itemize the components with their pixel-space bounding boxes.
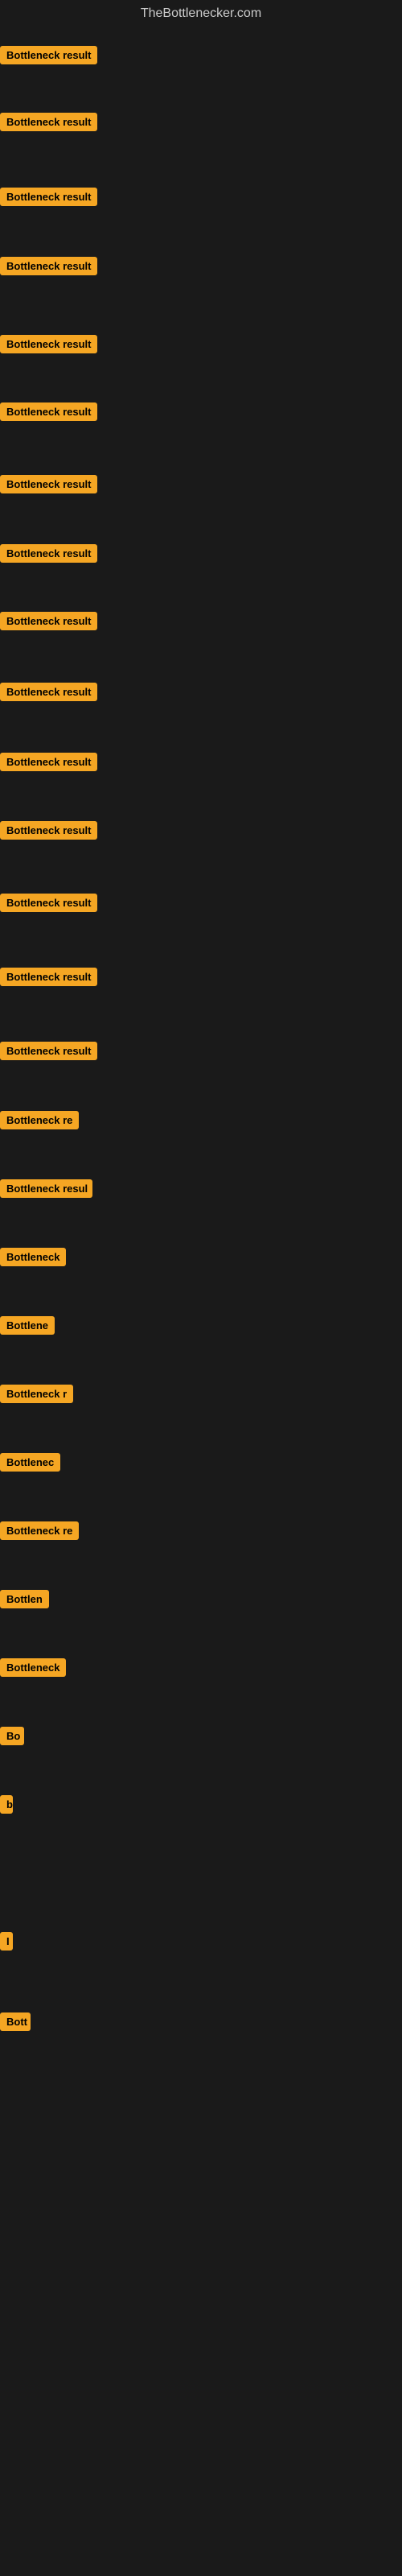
bottleneck-result-badge-1[interactable]: Bottleneck result bbox=[0, 46, 97, 64]
page-wrapper: TheBottlenecker.com Bottleneck result Bot… bbox=[0, 0, 402, 2576]
bottleneck-result-badge-22[interactable]: Bottleneck re bbox=[0, 1521, 79, 1540]
badge-container-25: Bo bbox=[0, 1727, 24, 1749]
bottleneck-result-badge-10[interactable]: Bottleneck result bbox=[0, 683, 97, 701]
badge-container-15: Bottleneck result bbox=[0, 1042, 97, 1064]
badge-container-19: Bottlene bbox=[0, 1316, 55, 1339]
badge-container-10: Bottleneck result bbox=[0, 683, 97, 705]
bottleneck-result-badge-26[interactable]: b bbox=[0, 1795, 13, 1814]
badge-container-1: Bottleneck result bbox=[0, 46, 97, 68]
bottleneck-result-badge-21[interactable]: Bottlenec bbox=[0, 1453, 60, 1472]
badge-container-26: b bbox=[0, 1795, 13, 1818]
badge-container-20: Bottleneck r bbox=[0, 1385, 73, 1407]
badge-container-5: Bottleneck result bbox=[0, 335, 97, 357]
badge-container-17: Bottleneck resul bbox=[0, 1179, 92, 1202]
badge-container-9: Bottleneck result bbox=[0, 612, 97, 634]
badge-container-13: Bottleneck result bbox=[0, 894, 97, 916]
bottleneck-result-badge-24[interactable]: Bottleneck bbox=[0, 1658, 66, 1677]
bottleneck-result-badge-9[interactable]: Bottleneck result bbox=[0, 612, 97, 630]
badge-container-14: Bottleneck result bbox=[0, 968, 97, 990]
bottleneck-result-badge-23[interactable]: Bottlen bbox=[0, 1590, 49, 1608]
badge-container-18: Bottleneck bbox=[0, 1248, 66, 1270]
bottleneck-result-badge-13[interactable]: Bottleneck result bbox=[0, 894, 97, 912]
bottleneck-result-badge-25[interactable]: Bo bbox=[0, 1727, 24, 1745]
badge-container-6: Bottleneck result bbox=[0, 402, 97, 425]
bottleneck-result-badge-12[interactable]: Bottleneck result bbox=[0, 821, 97, 840]
badge-container-28: I bbox=[0, 1932, 13, 1955]
bottleneck-result-badge-11[interactable]: Bottleneck result bbox=[0, 753, 97, 771]
badge-container-3: Bottleneck result bbox=[0, 188, 97, 210]
badge-container-2: Bottleneck result bbox=[0, 113, 97, 135]
bottleneck-result-badge-20[interactable]: Bottleneck r bbox=[0, 1385, 73, 1403]
badge-container-16: Bottleneck re bbox=[0, 1111, 79, 1133]
badge-container-29: Bott bbox=[0, 2013, 31, 2035]
badge-container-23: Bottlen bbox=[0, 1590, 49, 1612]
bottleneck-result-badge-3[interactable]: Bottleneck result bbox=[0, 188, 97, 206]
badge-container-24: Bottleneck bbox=[0, 1658, 66, 1681]
bottleneck-result-badge-29[interactable]: Bott bbox=[0, 2013, 31, 2031]
bottleneck-result-badge-16[interactable]: Bottleneck re bbox=[0, 1111, 79, 1129]
bottleneck-result-badge-15[interactable]: Bottleneck result bbox=[0, 1042, 97, 1060]
badge-container-11: Bottleneck result bbox=[0, 753, 97, 775]
bottleneck-result-badge-2[interactable]: Bottleneck result bbox=[0, 113, 97, 131]
bottleneck-result-badge-18[interactable]: Bottleneck bbox=[0, 1248, 66, 1266]
site-title: TheBottlenecker.com bbox=[0, 0, 402, 31]
bottleneck-result-badge-19[interactable]: Bottlene bbox=[0, 1316, 55, 1335]
bottleneck-result-badge-14[interactable]: Bottleneck result bbox=[0, 968, 97, 986]
bottleneck-result-badge-4[interactable]: Bottleneck result bbox=[0, 257, 97, 275]
badge-container-7: Bottleneck result bbox=[0, 475, 97, 497]
bottleneck-result-badge-28[interactable]: I bbox=[0, 1932, 13, 1951]
bottleneck-result-badge-7[interactable]: Bottleneck result bbox=[0, 475, 97, 493]
badge-container-12: Bottleneck result bbox=[0, 821, 97, 844]
bottleneck-result-badge-17[interactable]: Bottleneck resul bbox=[0, 1179, 92, 1198]
bottleneck-result-badge-5[interactable]: Bottleneck result bbox=[0, 335, 97, 353]
badge-container-22: Bottleneck re bbox=[0, 1521, 79, 1544]
badge-container-21: Bottlenec bbox=[0, 1453, 60, 1476]
bottleneck-result-badge-8[interactable]: Bottleneck result bbox=[0, 544, 97, 563]
bottleneck-result-badge-6[interactable]: Bottleneck result bbox=[0, 402, 97, 421]
badge-container-8: Bottleneck result bbox=[0, 544, 97, 567]
badge-container-4: Bottleneck result bbox=[0, 257, 97, 279]
